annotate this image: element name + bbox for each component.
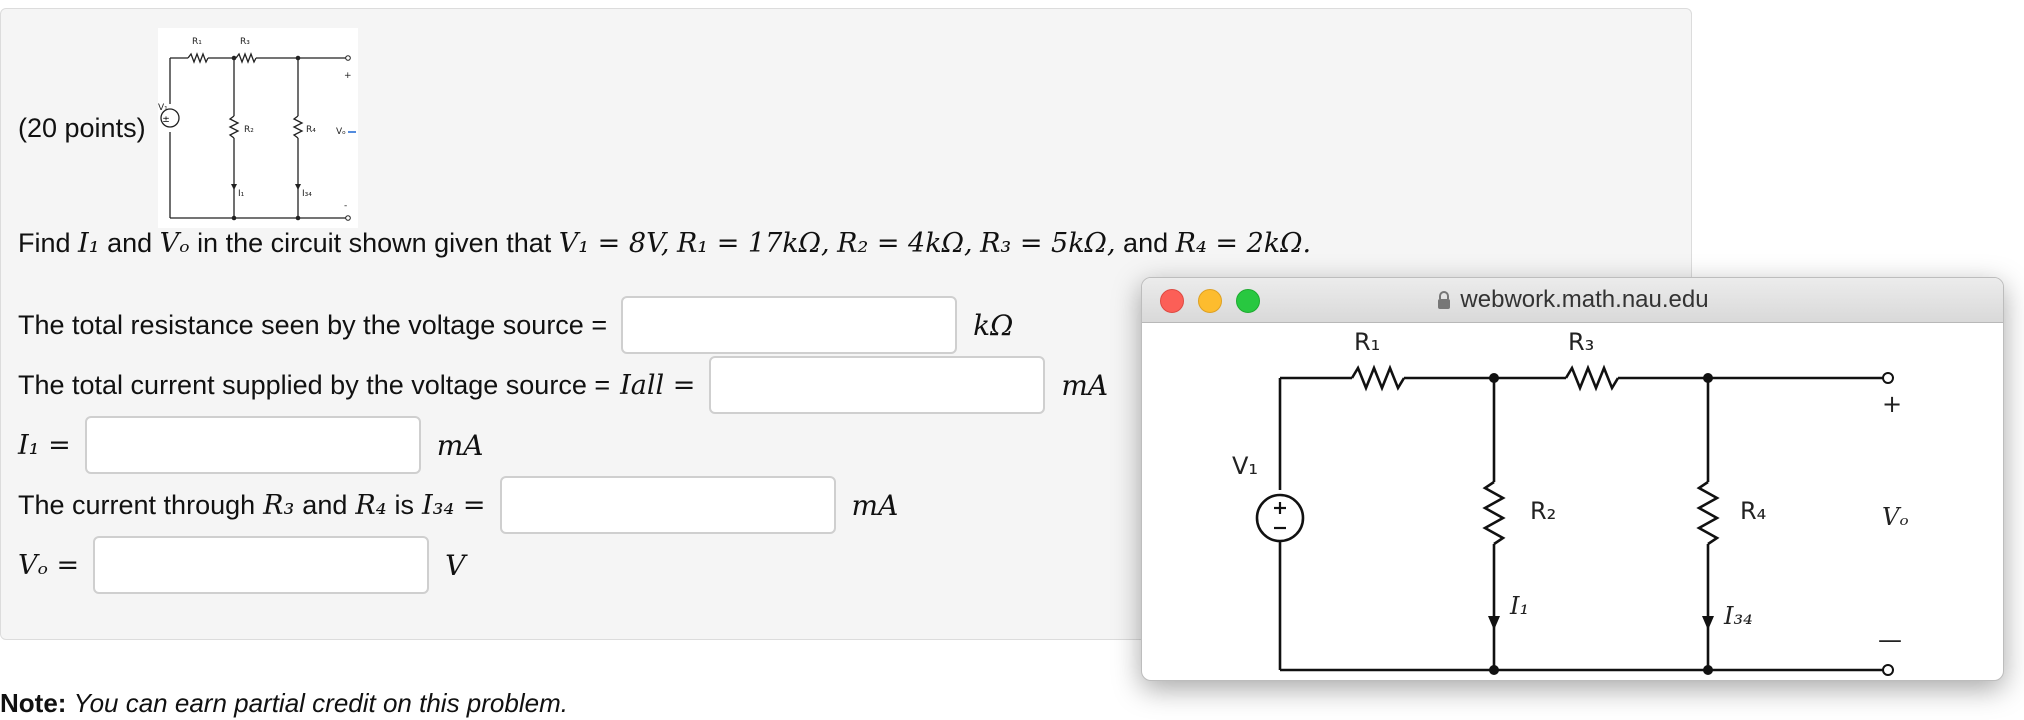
- unit-label: kΩ: [973, 308, 1014, 342]
- total-current-input[interactable]: [709, 356, 1046, 414]
- unit-label: V: [445, 548, 466, 582]
- statement-var-i1: I₁: [78, 228, 100, 259]
- math-label-vo: Vₒ =: [18, 549, 80, 581]
- math-label-iall: Iall =: [620, 369, 696, 401]
- thumb-label-v1: V₁: [158, 103, 168, 113]
- statement-r2: R₂ = 4kΩ,: [837, 228, 973, 259]
- note-label: Note:: [0, 688, 67, 718]
- popup-titlebar[interactable]: webwork.math.nau.edu: [1142, 278, 2003, 323]
- statement-and1: and: [107, 228, 153, 258]
- arrow-i1: [1488, 616, 1500, 630]
- source-polarity: [1274, 502, 1286, 530]
- minimize-window-button[interactable]: [1198, 289, 1222, 313]
- lock-icon: [1438, 291, 1451, 309]
- question-total-resistance: The total resistance seen by the voltage…: [18, 294, 1013, 356]
- circuit-thumbnail[interactable]: R₁ R₃ R₂ R₄ V₁ Vₒ I₁ I₃₄ + - ±: [157, 28, 358, 228]
- statement-and2: and: [1123, 228, 1169, 258]
- math-r4: R₄: [355, 489, 387, 521]
- thumb-label-i1: I₁: [238, 189, 245, 199]
- question-label: The total resistance seen by the voltage…: [18, 309, 608, 340]
- arrow-i34: [1702, 616, 1714, 630]
- math-label-i34: I₃₄ =: [422, 489, 486, 521]
- problem-statement: Find I₁ and Vₒ in the circuit shown give…: [18, 228, 1311, 259]
- node-dot: [1489, 665, 1499, 675]
- label-i1: I₁: [1509, 592, 1529, 620]
- points-label: (20 points): [18, 112, 146, 143]
- terminal-minus: [1882, 664, 1894, 676]
- statement-find: Find: [18, 228, 71, 258]
- close-window-button[interactable]: [1160, 289, 1184, 313]
- vo-input[interactable]: [93, 536, 430, 594]
- label-r3: R₃: [1568, 328, 1594, 356]
- image-popup-window[interactable]: webwork.math.nau.edu R₁ R₃ R₂ R₄ V₁ + — …: [1141, 277, 2004, 681]
- node-dot: [1703, 665, 1713, 675]
- question-total-current: The total current supplied by the voltag…: [18, 354, 1108, 416]
- statement-rest: in the circuit shown given that: [197, 228, 552, 258]
- math-label-i1: I₁ =: [18, 429, 71, 461]
- thumb-label-r2: R₂: [244, 125, 254, 135]
- terminal-plus: [1882, 372, 1894, 384]
- points-row: (20 points) R₁ R₃ R₂ R₄ V₁ Vₒ I₁ I₃₄ + -…: [18, 28, 358, 228]
- total-resistance-input[interactable]: [621, 296, 958, 354]
- note-text: You can earn partial credit on this prob…: [73, 688, 568, 718]
- thumb-label-r4: R₄: [306, 125, 316, 135]
- question-label: The total current supplied by the voltag…: [18, 369, 611, 400]
- label-r1: R₁: [1354, 328, 1380, 356]
- maximize-window-button[interactable]: [1236, 289, 1260, 313]
- thumb-label-vo: Vₒ: [336, 127, 346, 137]
- statement-r3: R₃ = 5kΩ,: [980, 228, 1116, 259]
- statement-r1: R₁ = 17kΩ,: [676, 228, 830, 259]
- question-vo: Vₒ = V: [18, 534, 465, 596]
- unit-label: mA: [436, 428, 484, 462]
- label-r4: R₄: [1740, 497, 1766, 525]
- unit-label: mA: [1061, 368, 1109, 402]
- thumb-label-r1: R₁: [192, 37, 202, 47]
- question-i34: The current through R₃ and R₄ is I₃₄ = m…: [18, 474, 898, 536]
- note: Note: You can earn partial credit on thi…: [0, 688, 568, 719]
- label-minus: —: [1878, 626, 1902, 654]
- unit-label: mA: [851, 488, 899, 522]
- math-r3: R₃: [263, 489, 295, 521]
- thumb-label-minus: -: [344, 201, 347, 211]
- statement-var-vo: Vₒ: [159, 228, 190, 259]
- thumb-label-i34: I₃₄: [302, 189, 312, 199]
- question-label: The current through: [18, 489, 256, 520]
- i1-input[interactable]: [84, 416, 421, 474]
- popup-url: webwork.math.nau.edu: [1460, 286, 1709, 313]
- node-dot: [1489, 373, 1499, 383]
- label-vo: Vₒ: [1882, 503, 1909, 531]
- label-i34: I₃₄: [1723, 602, 1753, 630]
- thumb-label-plus: +: [344, 71, 352, 81]
- label-plus: +: [1882, 390, 1902, 418]
- i34-input[interactable]: [499, 476, 836, 534]
- label-r2: R₂: [1530, 497, 1556, 525]
- thumb-source-polarity: ±: [162, 115, 170, 125]
- question-is: is: [394, 489, 415, 520]
- statement-r4: R₄ = 2kΩ.: [1175, 228, 1312, 259]
- thumb-label-r3: R₃: [240, 37, 250, 47]
- url-bar: webwork.math.nau.edu: [1142, 278, 2003, 322]
- circuit-diagram: R₁ R₃ R₂ R₄ V₁ + — Vₒ I₁ I₃₄: [1232, 328, 1909, 676]
- question-and: and: [302, 489, 348, 520]
- node-dot: [1703, 373, 1713, 383]
- question-i1: I₁ = mA: [18, 414, 483, 476]
- label-v1: V₁: [1232, 452, 1258, 480]
- statement-v1: V₁ = 8V,: [558, 228, 670, 259]
